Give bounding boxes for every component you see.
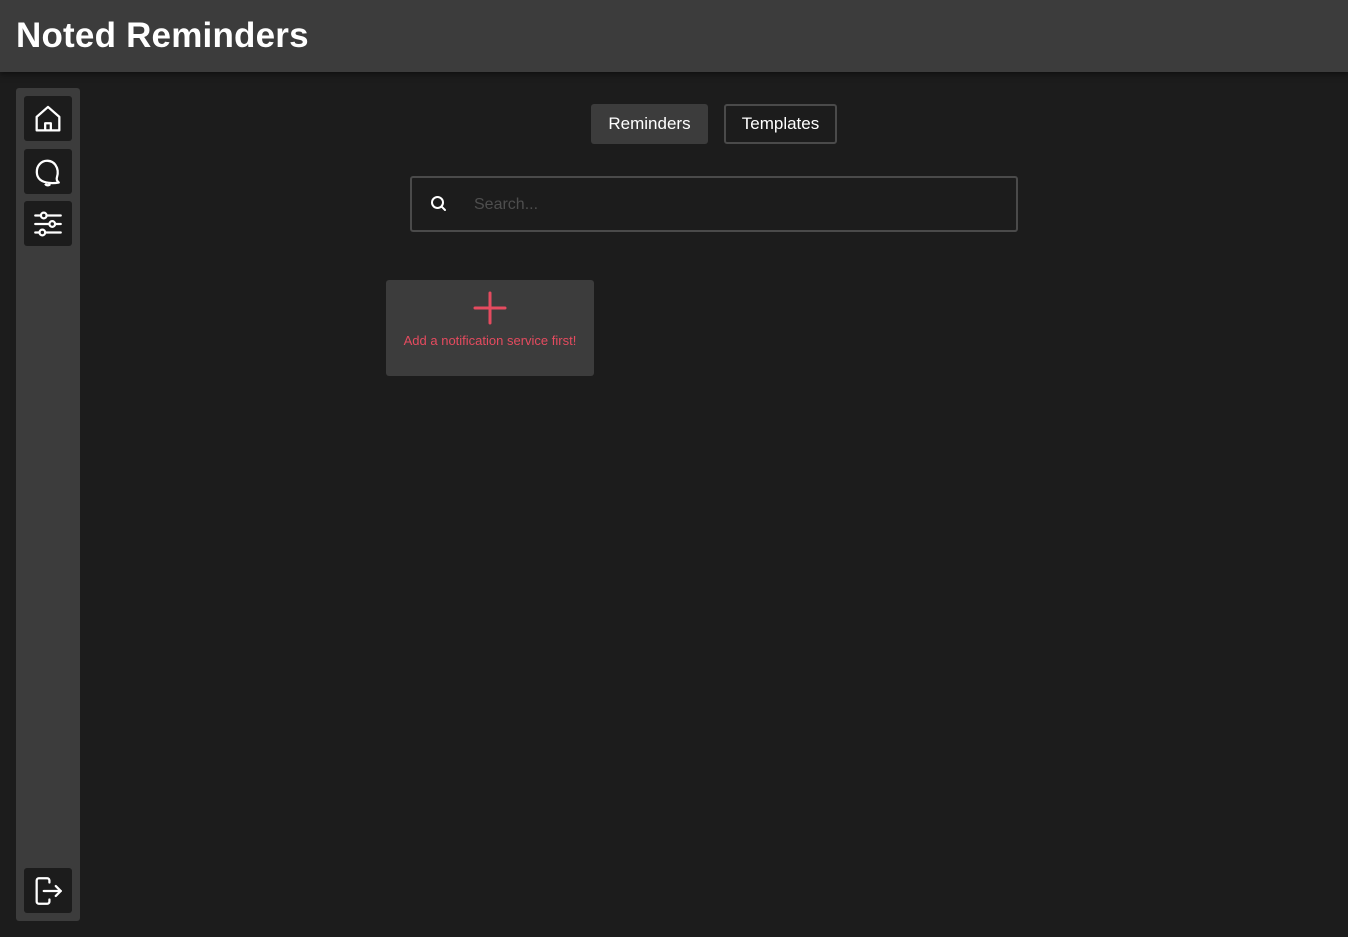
bell-icon bbox=[35, 159, 60, 186]
sidebar bbox=[16, 88, 80, 921]
add-notification-service-card[interactable]: Add a notification service first! bbox=[386, 280, 594, 376]
search-icon bbox=[431, 196, 446, 211]
sidebar-item-home[interactable] bbox=[24, 96, 72, 141]
add-card-text: Add a notification service first! bbox=[403, 333, 577, 348]
app-title: Noted Reminders bbox=[16, 16, 309, 55]
logout-icon bbox=[35, 876, 62, 905]
sliders-icon bbox=[34, 211, 62, 236]
sidebar-item-settings[interactable] bbox=[24, 201, 72, 246]
sidebar-item-notifications[interactable] bbox=[24, 149, 72, 194]
sidebar-item-logout[interactable] bbox=[24, 868, 72, 913]
search-input[interactable] bbox=[474, 190, 994, 220]
top-bar: Noted Reminders bbox=[0, 0, 1348, 72]
home-icon bbox=[35, 105, 61, 131]
plus-icon bbox=[473, 291, 507, 325]
search-box bbox=[410, 176, 1018, 232]
tab-reminders[interactable]: Reminders bbox=[591, 104, 708, 144]
tab-templates[interactable]: Templates bbox=[724, 104, 837, 144]
